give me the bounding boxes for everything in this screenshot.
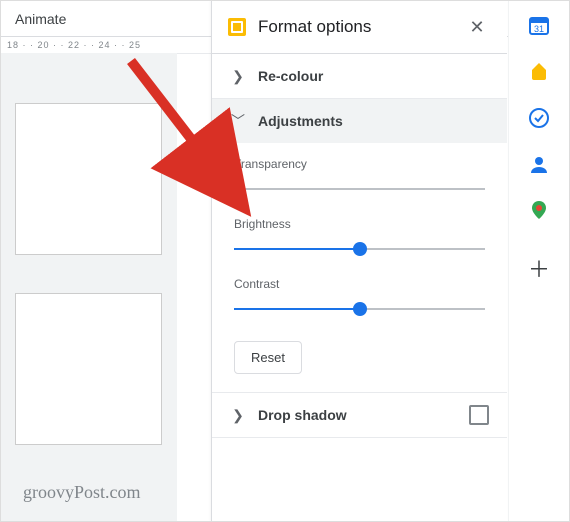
reset-button[interactable]: Reset xyxy=(234,341,302,374)
transparency-slider[interactable] xyxy=(234,181,485,197)
image-object[interactable] xyxy=(15,293,162,445)
slider-thumb[interactable] xyxy=(353,302,367,316)
calendar-icon[interactable]: 31 xyxy=(528,15,550,37)
maps-icon[interactable] xyxy=(528,199,550,221)
slide-canvas: groovyPost.com xyxy=(1,53,177,521)
chevron-right-icon: ❯ xyxy=(230,68,246,85)
section-label: Adjustments xyxy=(258,113,343,129)
section-label: Re-colour xyxy=(258,68,323,84)
section-label: Drop shadow xyxy=(258,407,347,423)
section-header-adjustments[interactable]: ﹀ Adjustments xyxy=(212,99,507,143)
svg-text:31: 31 xyxy=(534,24,544,34)
chevron-right-icon: ❯ xyxy=(230,407,246,424)
slider-thumb[interactable] xyxy=(353,242,367,256)
section-header-recolour[interactable]: ❯ Re-colour xyxy=(212,54,507,98)
format-icon xyxy=(228,18,246,36)
contrast-slider[interactable] xyxy=(234,301,485,317)
contacts-icon[interactable] xyxy=(528,153,550,175)
animate-button[interactable]: Animate xyxy=(15,11,66,27)
add-icon[interactable]: ＋ xyxy=(528,257,550,279)
section-header-dropshadow[interactable]: ❯ Drop shadow xyxy=(212,393,507,437)
brightness-slider[interactable] xyxy=(234,241,485,257)
brightness-label: Brightness xyxy=(234,217,485,231)
dropshadow-checkbox[interactable] xyxy=(469,405,489,425)
panel-title: Format options xyxy=(258,17,371,37)
transparency-label: Transparency xyxy=(234,157,485,171)
section-adjustments: ﹀ Adjustments Transparency Brightness Co… xyxy=(212,99,507,393)
section-recolour: ❯ Re-colour xyxy=(212,54,507,99)
section-dropshadow: ❯ Drop shadow xyxy=(212,393,507,438)
contrast-label: Contrast xyxy=(234,277,485,291)
adjustments-body: Transparency Brightness Contrast xyxy=(212,143,507,392)
ruler-ticks: 18 · · 20 · · 22 · · 24 · · 25 xyxy=(1,37,214,53)
format-options-panel: Format options ✕ ❯ Re-colour ﹀ Adjustmen… xyxy=(211,1,507,521)
close-icon[interactable]: ✕ xyxy=(463,13,491,41)
slider-thumb[interactable] xyxy=(227,182,241,196)
image-object[interactable] xyxy=(15,103,162,255)
keep-icon[interactable] xyxy=(528,61,550,83)
side-app-bar: 31 ＋ xyxy=(508,1,569,521)
watermark: groovyPost.com xyxy=(23,482,141,503)
ruler: 18 · · 20 · · 22 · · 24 · · 25 xyxy=(1,37,214,54)
tasks-icon[interactable] xyxy=(528,107,550,129)
chevron-down-icon: ﹀ xyxy=(230,111,246,131)
panel-header: Format options ✕ xyxy=(212,1,507,54)
